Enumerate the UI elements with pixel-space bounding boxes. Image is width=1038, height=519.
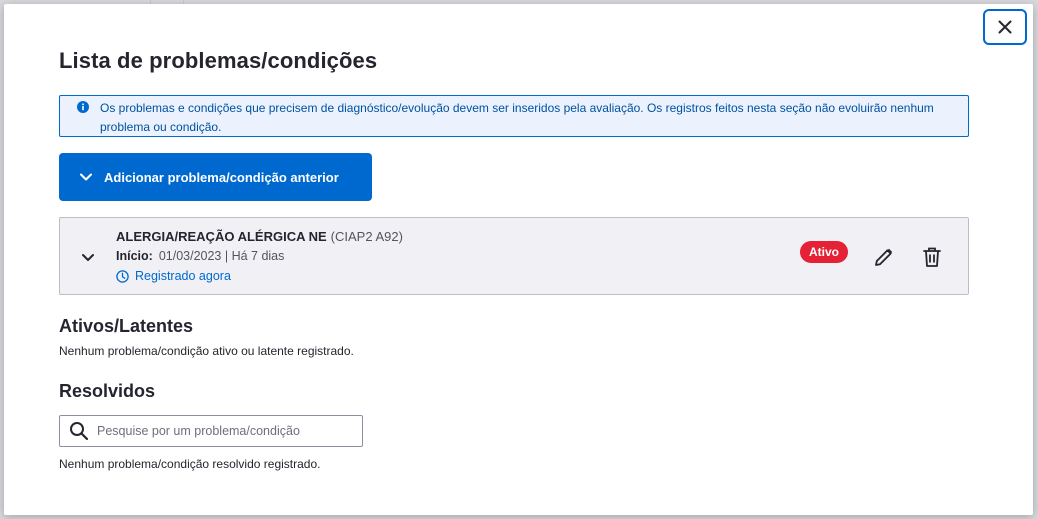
close-icon (998, 20, 1012, 34)
info-text: Os problemas e condições que precisem de… (100, 101, 934, 134)
add-button-label: Adicionar problema/condição anterior (104, 169, 339, 185)
delete-button[interactable] (918, 243, 946, 271)
close-button[interactable] (983, 9, 1027, 45)
search-icon (69, 421, 89, 441)
add-previous-problem-button[interactable]: Adicionar problema/condição anterior (59, 153, 372, 201)
problem-card: ALERGIA/REAÇÃO ALÉRGICA NE (CIAP2 A92) In… (59, 217, 969, 295)
problem-start-value: 01/03/2023 | Há 7 dias (158, 249, 285, 263)
clock-icon (116, 269, 129, 283)
problem-name: ALERGIA/REAÇÃO ALÉRGICA NE (116, 229, 327, 244)
search-input[interactable] (97, 424, 337, 438)
pencil-icon (875, 248, 893, 266)
problem-name-line: ALERGIA/REAÇÃO ALÉRGICA NE (CIAP2 A92) (116, 229, 403, 244)
trash-icon (923, 247, 941, 267)
expand-chevron-icon[interactable] (80, 249, 96, 265)
problems-modal: Lista de problemas/condições Os problema… (4, 4, 1033, 515)
problem-registered-text: Registrado agora (135, 269, 231, 283)
chevron-down-icon (80, 173, 92, 181)
problem-registered: Registrado agora (116, 269, 231, 283)
modal-title: Lista de problemas/condições (59, 48, 378, 73)
problem-code: (CIAP2 A92) (330, 229, 403, 244)
active-section-title: Ativos/Latentes (59, 316, 194, 336)
edit-button[interactable] (870, 243, 898, 271)
search-field[interactable] (59, 415, 363, 447)
active-empty-text: Nenhum problema/condição ativo ou latent… (59, 344, 354, 358)
problem-start-label: Início: (116, 249, 153, 263)
info-icon (77, 101, 89, 113)
resolved-empty-text: Nenhum problema/condição resolvido regis… (59, 457, 321, 471)
resolved-section-title: Resolvidos (59, 381, 156, 401)
status-badge: Ativo (800, 241, 848, 263)
info-alert: Os problemas e condições que precisem de… (59, 95, 969, 137)
problem-start-line: Início: 01/03/2023 | Há 7 dias (116, 249, 284, 263)
